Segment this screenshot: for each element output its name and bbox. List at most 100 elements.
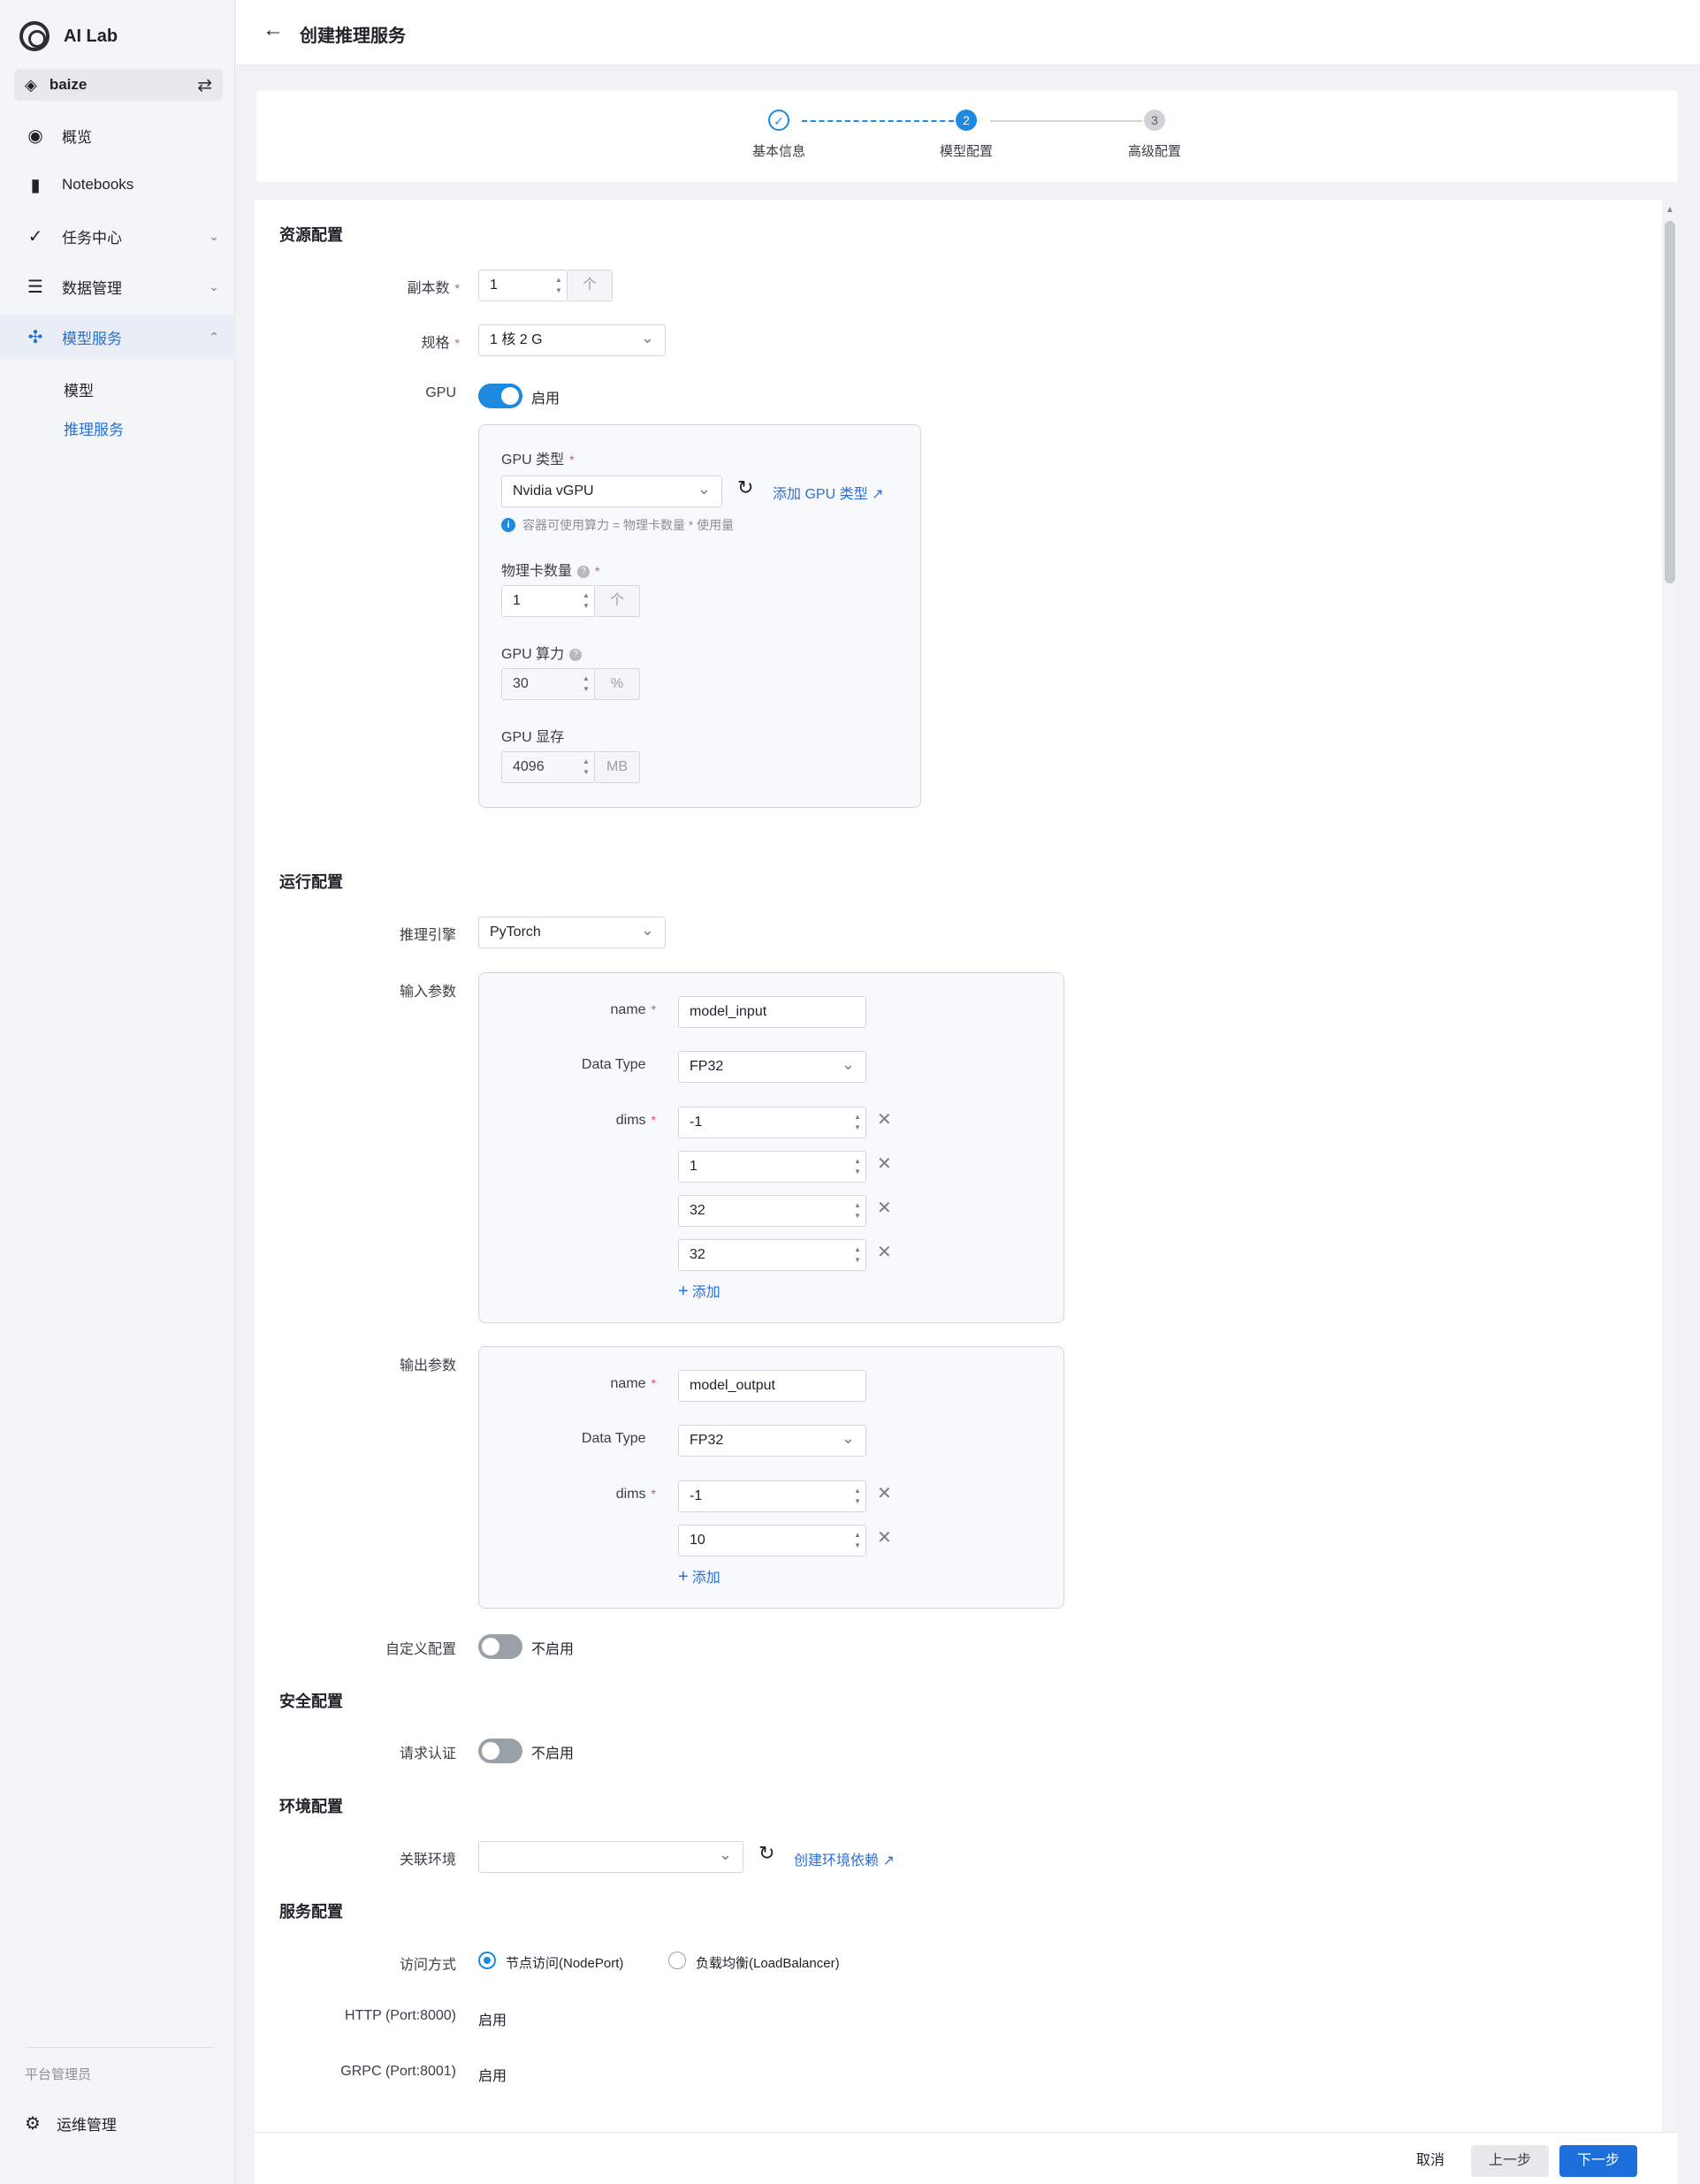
step-number: 3	[1144, 110, 1165, 131]
scroll-up-icon[interactable]: ▲	[1666, 205, 1674, 215]
label-text: 物理卡数量	[501, 564, 573, 579]
remove-dim-icon[interactable]: ✕	[877, 1197, 892, 1219]
input-name-label: name *	[530, 1002, 656, 1018]
scrollbar[interactable]: ▲	[1662, 200, 1678, 2132]
engine-select[interactable]: PyTorch	[478, 917, 666, 948]
nodeport-radio-label[interactable]: 节点访问(NodePort)	[506, 1953, 623, 1972]
stepper-arrows-icon[interactable]: ▲ ▼	[551, 270, 567, 301]
input-dim-field[interactable]: 1 ▲ ▼	[678, 1151, 866, 1183]
input-value: 1	[490, 278, 498, 293]
custom-config-toggle[interactable]	[478, 1634, 522, 1659]
remove-dim-icon[interactable]: ✕	[877, 1482, 892, 1504]
input-value: 30	[513, 676, 529, 691]
remove-dim-icon[interactable]: ✕	[877, 1526, 892, 1549]
input-dtype-select[interactable]: FP32	[678, 1051, 866, 1083]
input-dim-field[interactable]: 32 ▲ ▼	[678, 1195, 866, 1227]
access-label: 访问方式	[399, 1958, 456, 1973]
loadbalancer-radio-label[interactable]: 负载均衡(LoadBalancer)	[696, 1953, 840, 1972]
help-icon[interactable]: ?	[577, 565, 591, 578]
required-mark: *	[595, 564, 600, 578]
sidebar-item-label: 运维管理	[56, 2117, 117, 2134]
help-icon[interactable]: ?	[569, 648, 583, 661]
sidebar-item-overview[interactable]: ◉ 概览	[0, 113, 235, 157]
remove-dim-icon[interactable]: ✕	[877, 1241, 892, 1263]
next-button[interactable]: 下一步	[1559, 2145, 1637, 2177]
stepper-arrows-icon[interactable]: ▲ ▼	[850, 1240, 865, 1270]
refresh-icon[interactable]: ↻	[737, 476, 753, 499]
sidebar-subitem-inference[interactable]: 推理服务	[64, 417, 124, 439]
spec-select[interactable]: 1 核 2 G	[478, 324, 666, 356]
sidebar-item-jobs[interactable]: ✓ 任务中心 ⌄	[0, 214, 235, 258]
cards-unit: 个	[595, 585, 640, 617]
sidebar-subitem-model[interactable]: 模型	[64, 378, 94, 400]
add-output-dim-button[interactable]: + 添加	[678, 1565, 720, 1587]
required-mark: *	[454, 336, 460, 350]
output-dim-field[interactable]: 10 ▲ ▼	[678, 1525, 866, 1556]
gpu-toggle[interactable]	[478, 384, 522, 408]
compute-input[interactable]: 30 ▲ ▼	[501, 668, 595, 700]
http-port-value: 启用	[478, 2013, 507, 2028]
auth-toggle[interactable]	[478, 1739, 522, 1763]
stepper-arrows-icon[interactable]: ▲ ▼	[850, 1526, 865, 1556]
sidebar-item-ops[interactable]: ⚙ 运维管理	[25, 2112, 117, 2135]
workspace-switcher[interactable]: ◈ baize ⇄	[14, 69, 223, 101]
toggle-knob	[501, 387, 519, 405]
create-env-link[interactable]: 创建环境依赖 ↗	[794, 1848, 895, 1869]
label-text: 副本数	[407, 281, 450, 296]
step-label: 基本信息	[751, 144, 805, 159]
custom-config-label: 自定义配置	[385, 1642, 456, 1657]
sidebar-item-label: 任务中心	[62, 229, 122, 247]
env-select[interactable]	[478, 1841, 743, 1873]
label-text: dims	[615, 1113, 646, 1128]
stepper-arrows-icon[interactable]: ▲ ▼	[850, 1481, 865, 1511]
sidebar-item-label: 数据管理	[62, 279, 122, 297]
remove-dim-icon[interactable]: ✕	[877, 1108, 892, 1130]
stepper-arrows-icon[interactable]: ▲ ▼	[578, 669, 594, 699]
loadbalancer-radio[interactable]	[668, 1952, 686, 1969]
cards-input[interactable]: 1 ▲ ▼	[501, 585, 595, 617]
sidebar-item-model-service[interactable]: ✣ 模型服务 ⌃	[0, 315, 235, 359]
input-dim-field[interactable]: -1 ▲ ▼	[678, 1107, 866, 1138]
refresh-icon[interactable]: ↻	[759, 1842, 774, 1865]
sidebar-section-label: 平台管理员	[25, 2067, 92, 2082]
stepper-arrows-icon[interactable]: ▲ ▼	[578, 586, 594, 616]
label-text: GPU 算力	[501, 647, 565, 662]
back-arrow-icon[interactable]: ←	[263, 18, 284, 42]
grpc-port-label: GRPC (Port:8001)	[340, 2064, 456, 2079]
app-name: AI Lab	[64, 26, 118, 46]
stepper-arrows-icon[interactable]: ▲ ▼	[850, 1152, 865, 1182]
gpu-label: GPU	[425, 385, 456, 400]
stepper-arrows-icon[interactable]: ▲ ▼	[850, 1107, 865, 1138]
stepper-arrows-icon[interactable]: ▲ ▼	[850, 1196, 865, 1226]
sidebar-item-notebooks[interactable]: ▮ Notebooks	[0, 163, 235, 207]
stepper-arrows-icon[interactable]: ▲ ▼	[578, 752, 594, 782]
scrollbar-thumb[interactable]	[1665, 221, 1675, 583]
input-value: -1	[690, 1488, 703, 1503]
cancel-button[interactable]: 取消	[1404, 2145, 1457, 2177]
prev-button[interactable]: 上一步	[1471, 2145, 1549, 2177]
section-environment-title: 环境配置	[279, 1798, 343, 1815]
replicas-input[interactable]: 1 ▲ ▼	[478, 270, 568, 301]
output-dtype-select[interactable]: FP32	[678, 1425, 866, 1457]
sidebar-item-data[interactable]: ☰ 数据管理 ⌄	[0, 264, 235, 308]
remove-dim-icon[interactable]: ✕	[877, 1153, 892, 1175]
add-gpu-type-link[interactable]: 添加 GPU 类型 ↗	[773, 482, 883, 503]
switch-icon[interactable]: ⇄	[197, 74, 212, 96]
input-value: -1	[690, 1115, 703, 1130]
gpu-type-select[interactable]: Nvidia vGPU	[501, 476, 722, 507]
eye-icon: ◉	[27, 126, 43, 146]
chevron-up-icon: ⌃	[209, 329, 219, 344]
input-dim-field[interactable]: 32 ▲ ▼	[678, 1239, 866, 1271]
replicas-label: 副本数 *	[389, 276, 460, 297]
add-input-dim-button[interactable]: + 添加	[678, 1280, 720, 1302]
step-model-config: 2 模型配置	[904, 110, 1028, 160]
output-name-field[interactable]: model_output	[678, 1370, 866, 1402]
input-name-field[interactable]: model_input	[678, 996, 866, 1028]
input-dims-label: dims *	[530, 1113, 656, 1129]
output-dim-field[interactable]: -1 ▲ ▼	[678, 1480, 866, 1512]
sidebar-item-label: Notebooks	[62, 176, 134, 193]
nodeport-radio[interactable]	[478, 1952, 496, 1969]
app-logo[interactable]: AI Lab	[19, 21, 118, 51]
sidebar-item-label: 概览	[62, 128, 92, 146]
memory-input[interactable]: 4096 ▲ ▼	[501, 751, 595, 783]
